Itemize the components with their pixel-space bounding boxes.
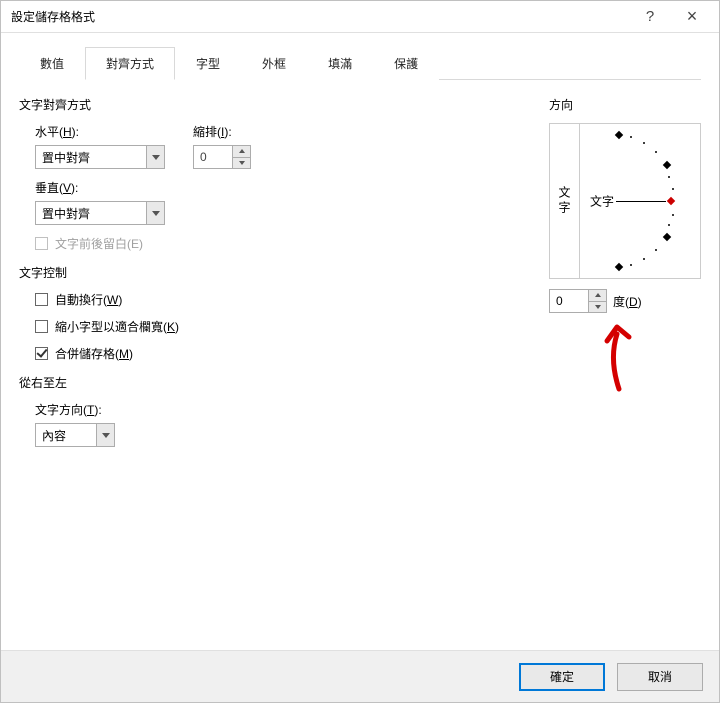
orientation-dial[interactable]: 文字 [580,124,700,278]
chevron-down-icon[interactable] [146,146,164,168]
label-horizontal: 水平(H): [35,123,165,140]
combo-text-direction[interactable]: 內容 [35,423,115,447]
close-button[interactable]: × [671,2,713,32]
label-justify-distributed: 文字前後留白(E) [55,235,143,252]
orientation-vertical-text: 文字 [556,186,573,216]
combo-vertical[interactable]: 置中對齊 [35,201,165,225]
checkbox-merge-cells[interactable] [35,347,48,360]
cancel-button[interactable]: 取消 [617,663,703,691]
orientation-dial-label: 文字 [590,193,614,210]
label-text-direction: 文字方向(T): [35,401,531,418]
tab-protection[interactable]: 保護 [373,47,439,80]
spin-indent-down[interactable] [233,158,250,169]
help-button[interactable]: ? [629,2,671,32]
combo-text-direction-value: 內容 [36,424,96,446]
spin-indent-up[interactable] [233,146,250,158]
label-shrink-to-fit: 縮小字型以適合欄寬(K) [55,318,179,335]
tab-fill[interactable]: 填滿 [307,47,373,80]
checkbox-shrink-to-fit[interactable] [35,320,48,333]
spin-degrees-up[interactable] [589,290,606,302]
dialog-title: 設定儲存格格式 [11,8,629,25]
chevron-down-icon[interactable] [96,424,114,446]
orientation-vertical-button[interactable]: 文字 [550,124,580,278]
tab-font[interactable]: 字型 [175,47,241,80]
chevron-down-icon[interactable] [146,202,164,224]
tab-border[interactable]: 外框 [241,47,307,80]
section-text-alignment: 文字對齊方式 [19,96,531,113]
combo-horizontal-value: 置中對齊 [36,146,146,168]
tab-alignment[interactable]: 對齊方式 [85,47,175,80]
label-wrap-text: 自動換行(W) [55,291,122,308]
tab-number[interactable]: 數值 [19,47,85,80]
spin-degrees-value: 0 [550,290,588,312]
section-orientation: 方向 [549,96,701,113]
label-indent: 縮排(I): [193,123,251,140]
ok-button[interactable]: 確定 [519,663,605,691]
combo-horizontal[interactable]: 置中對齊 [35,145,165,169]
label-merge-cells: 合併儲存格(M) [55,345,133,362]
spin-degrees[interactable]: 0 [549,289,607,313]
label-vertical: 垂直(V): [35,179,531,196]
combo-vertical-value: 置中對齊 [36,202,146,224]
spin-degrees-down[interactable] [589,302,606,313]
label-degrees: 度(D) [613,293,642,310]
tabstrip: 數值 對齊方式 字型 外框 填滿 保護 [19,47,701,80]
checkbox-justify-distributed [35,237,48,250]
section-text-control: 文字控制 [19,264,531,281]
spin-indent[interactable]: 0 [193,145,251,169]
orientation-dial-line [616,201,666,202]
section-rtl: 從右至左 [19,374,531,391]
checkbox-wrap-text[interactable] [35,293,48,306]
spin-indent-value: 0 [194,146,232,168]
